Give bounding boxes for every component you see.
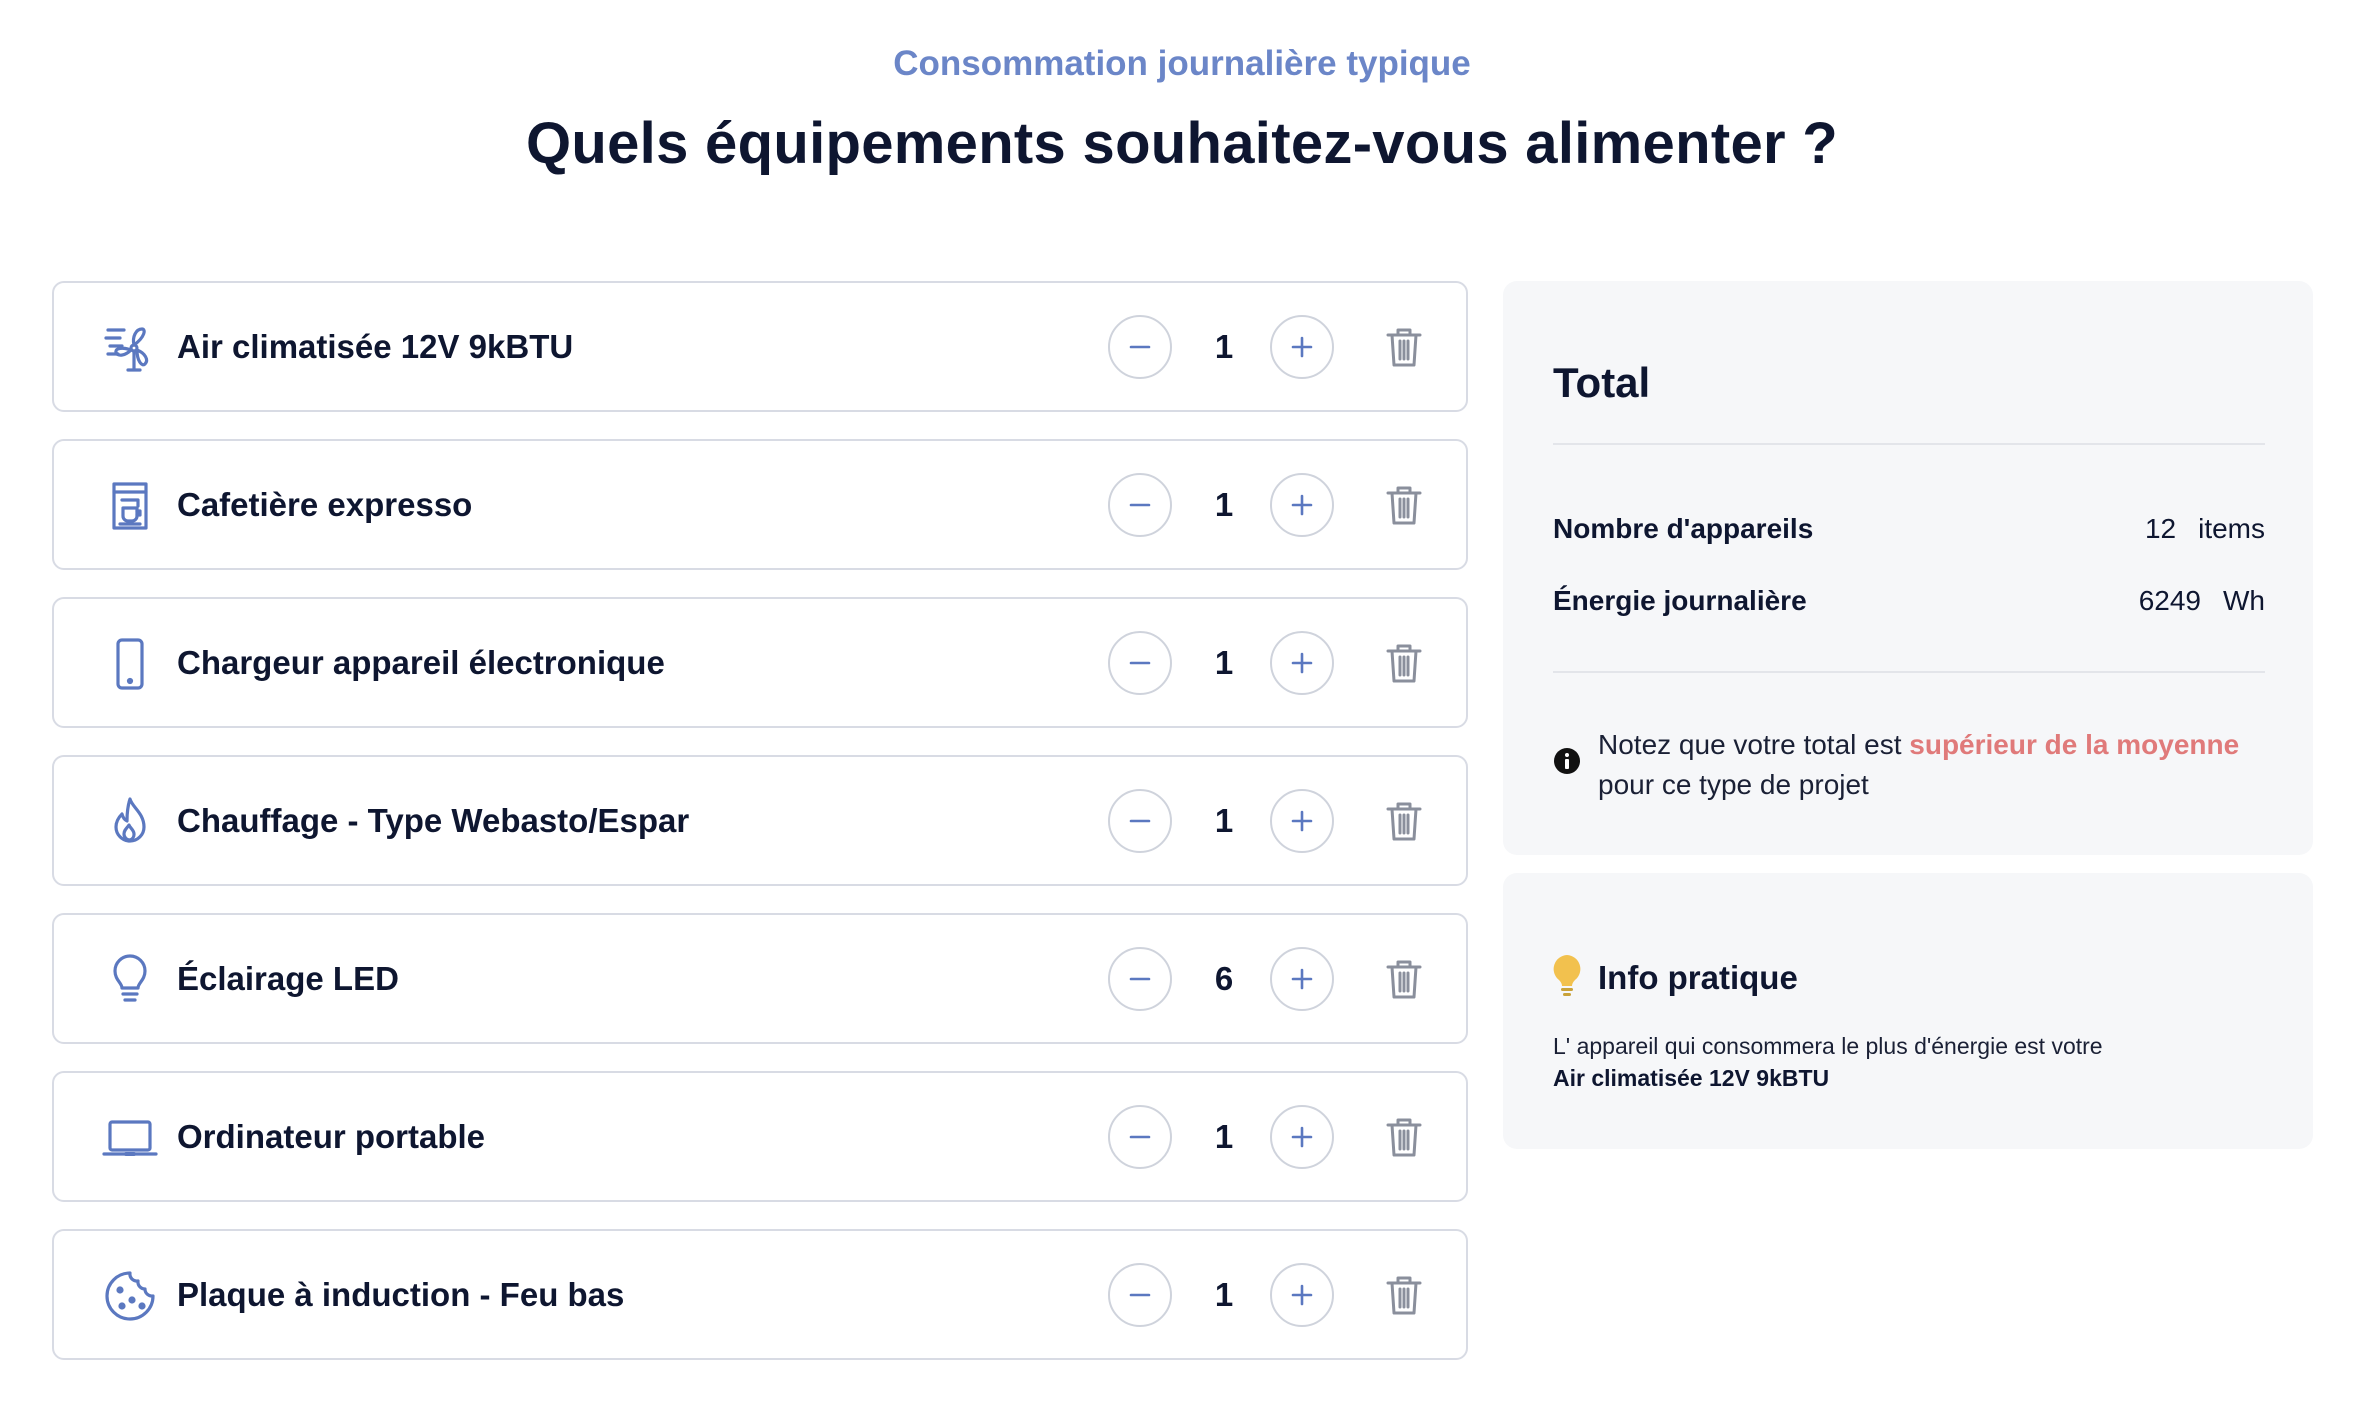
equipment-item: Cafetière expresso 1: [52, 439, 1468, 570]
total-title: Total: [1553, 359, 1651, 406]
trash-icon[interactable]: [1380, 323, 1428, 371]
divider: [1553, 671, 2265, 673]
note-highlight: supérieur de la moyenne: [1909, 729, 2240, 760]
total-note: Notez que votre total est supérieur de l…: [1598, 725, 2278, 805]
increase-button[interactable]: [1270, 1105, 1334, 1169]
quantity-value: 6: [1214, 960, 1234, 997]
minus-icon: [1129, 661, 1151, 665]
minus-icon: [1129, 1293, 1151, 1297]
decrease-button[interactable]: [1108, 1105, 1172, 1169]
minus-icon: [1129, 977, 1151, 981]
equipment-item: Ordinateur portable 1: [52, 1071, 1468, 1202]
equipment-name: Chargeur appareil électronique: [177, 644, 665, 681]
equipment-item: Chargeur appareil électronique 1: [52, 597, 1468, 728]
info-top-device: Air climatisée 12V 9kBTU: [1553, 1065, 1830, 1091]
coffee-machine-icon: [102, 478, 158, 534]
quantity-value: 1: [1214, 1276, 1234, 1313]
page-title: Quels équipements souhaitez-vous aliment…: [525, 111, 1839, 176]
flame-icon: [102, 794, 158, 850]
lightbulb-icon: [1549, 953, 1585, 997]
quantity-value: 1: [1214, 644, 1234, 681]
daily-energy-number: 6249: [2138, 585, 2201, 616]
info-title: Info pratique: [1598, 959, 1798, 996]
plus-icon: [1291, 1126, 1313, 1148]
air-conditioner-icon: [102, 320, 158, 376]
lightbulb-icon: [102, 952, 158, 1008]
trash-icon[interactable]: [1380, 639, 1428, 687]
decrease-button[interactable]: [1108, 315, 1172, 379]
decrease-button[interactable]: [1108, 947, 1172, 1011]
decrease-button[interactable]: [1108, 1263, 1172, 1327]
cooktop-icon: [102, 1268, 158, 1324]
equipment-name: Chauffage - Type Webasto/Espar: [177, 802, 690, 839]
divider: [1553, 443, 2265, 445]
equipment-name: Air climatisée 12V 9kBTU: [177, 328, 574, 365]
increase-button[interactable]: [1270, 789, 1334, 853]
section-subtitle: Consommation journalière typique: [893, 44, 1471, 83]
decrease-button[interactable]: [1108, 473, 1172, 537]
equipment-list: Air climatisée 12V 9kBTU 1 Cafetière exp…: [52, 281, 1468, 1387]
equipment-item: Air climatisée 12V 9kBTU 1: [52, 281, 1468, 412]
equipment-name: Ordinateur portable: [177, 1118, 486, 1155]
trash-icon[interactable]: [1380, 1113, 1428, 1161]
decrease-button[interactable]: [1108, 631, 1172, 695]
phone-icon: [102, 636, 158, 692]
trash-icon[interactable]: [1380, 1271, 1428, 1319]
daily-energy-label: Énergie journalière: [1553, 585, 1807, 616]
daily-energy-unit: Wh: [2223, 585, 2265, 616]
increase-button[interactable]: [1270, 947, 1334, 1011]
equipment-name: Cafetière expresso: [177, 486, 473, 523]
equipment-item: Chauffage - Type Webasto/Espar 1: [52, 755, 1468, 886]
laptop-icon: [102, 1110, 158, 1166]
total-panel: Total Nombre d'appareils 12 items Énergie…: [1503, 281, 2313, 855]
devices-count-value: 12 items: [2145, 513, 2265, 545]
plus-icon: [1291, 810, 1313, 832]
note-prefix: Notez que votre total est: [1598, 729, 1910, 760]
info-icon: [1553, 747, 1581, 775]
minus-icon: [1129, 819, 1151, 823]
plus-icon: [1291, 336, 1313, 358]
info-panel: Info pratique L' appareil qui consommera…: [1503, 873, 2313, 1149]
increase-button[interactable]: [1270, 631, 1334, 695]
trash-icon[interactable]: [1380, 797, 1428, 845]
plus-icon: [1291, 494, 1313, 516]
note-suffix: pour ce type de projet: [1598, 769, 1869, 800]
equipment-item: Éclairage LED 6: [52, 913, 1468, 1044]
plus-icon: [1291, 968, 1313, 990]
equipment-name: Plaque à induction - Feu bas: [177, 1276, 625, 1313]
trash-icon[interactable]: [1380, 955, 1428, 1003]
equipment-item: Plaque à induction - Feu bas 1: [52, 1229, 1468, 1360]
quantity-value: 1: [1214, 1118, 1234, 1155]
decrease-button[interactable]: [1108, 789, 1172, 853]
plus-icon: [1291, 1284, 1313, 1306]
increase-button[interactable]: [1270, 315, 1334, 379]
quantity-value: 1: [1214, 802, 1234, 839]
daily-energy-value: 6249 Wh: [2139, 585, 2265, 617]
minus-icon: [1129, 345, 1151, 349]
devices-count-unit: items: [2198, 513, 2265, 544]
minus-icon: [1129, 1135, 1151, 1139]
info-text: L' appareil qui consommera le plus d'éne…: [1553, 1033, 2103, 1059]
trash-icon[interactable]: [1380, 481, 1428, 529]
equipment-name: Éclairage LED: [177, 960, 399, 997]
minus-icon: [1129, 503, 1151, 507]
quantity-value: 1: [1214, 328, 1234, 365]
increase-button[interactable]: [1270, 473, 1334, 537]
quantity-value: 1: [1214, 486, 1234, 523]
devices-count-number: 12: [2144, 513, 2177, 544]
devices-count-label: Nombre d'appareils: [1553, 513, 1814, 544]
increase-button[interactable]: [1270, 1263, 1334, 1327]
plus-icon: [1291, 652, 1313, 674]
